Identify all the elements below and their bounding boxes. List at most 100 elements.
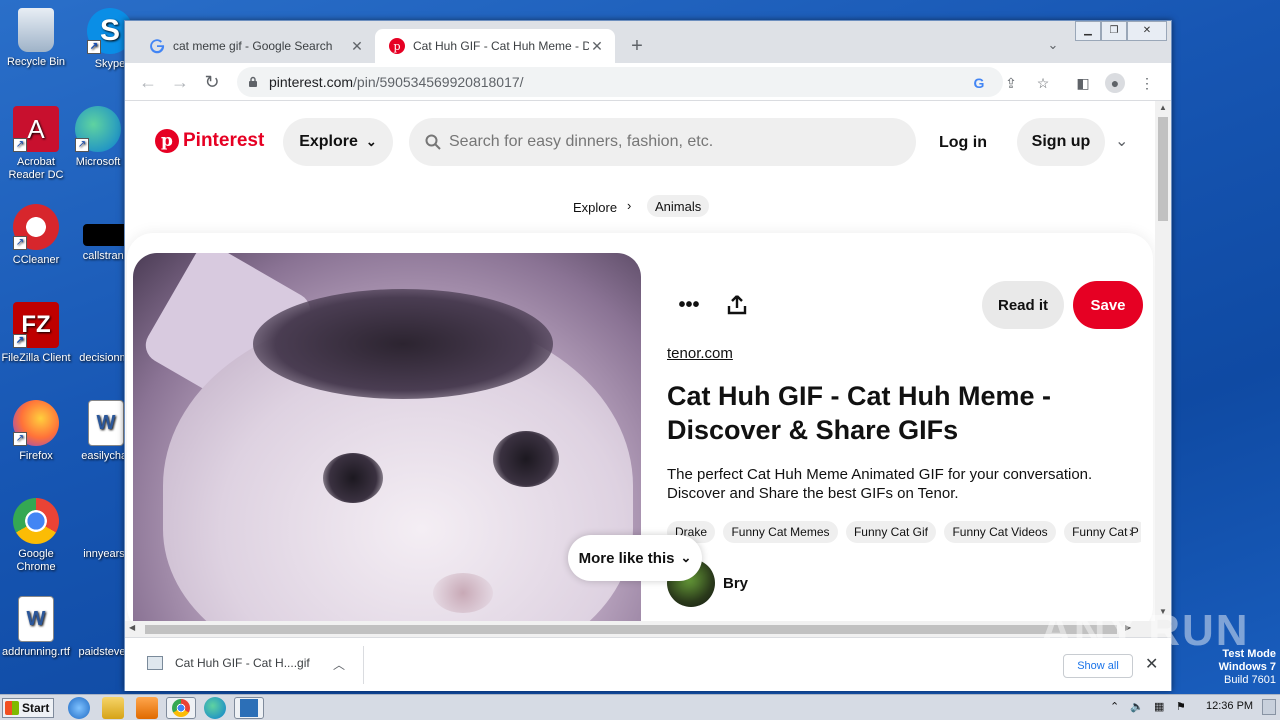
desktop-icon-firefox[interactable]: ↗ Firefox — [0, 400, 72, 463]
close-icon[interactable]: ✕ — [1145, 654, 1158, 674]
search-icon — [425, 134, 441, 150]
windows-flag-icon — [5, 701, 19, 715]
read-it-button[interactable]: Read it — [982, 281, 1064, 329]
chevron-down-icon[interactable]: ⌄ — [1115, 131, 1128, 151]
maximize-button[interactable]: ❐ — [1101, 21, 1127, 41]
share-icon[interactable]: ⇪ — [1001, 73, 1021, 93]
taskbar-chrome-button[interactable] — [166, 697, 196, 719]
action-center-flag-icon[interactable]: ⚑ — [1176, 700, 1186, 713]
google-icon — [150, 39, 165, 54]
log-in-button[interactable]: Log in — [939, 134, 987, 152]
desktop-icon-recycle-bin[interactable]: Recycle Bin — [0, 8, 72, 69]
app-icon — [240, 699, 258, 717]
side-panel-icon[interactable]: ◧ — [1073, 73, 1093, 93]
address-bar[interactable]: pinterest.com/pin/590534569920818017/ — [237, 67, 1003, 97]
network-icon[interactable]: ▦ — [1154, 700, 1164, 713]
new-tab-button[interactable]: + — [625, 35, 649, 57]
window-close-button[interactable]: ✕ — [1127, 21, 1167, 41]
chevron-up-icon[interactable]: ︿ — [333, 656, 345, 673]
close-tab-icon[interactable]: ✕ — [589, 38, 605, 55]
download-item[interactable]: Cat Huh GIF - Cat H....gif — [147, 656, 310, 670]
show-desktop-button[interactable] — [1262, 699, 1276, 715]
close-tab-icon[interactable]: ✕ — [349, 38, 365, 55]
lock-icon — [249, 76, 257, 87]
profile-avatar-icon[interactable]: ● — [1105, 73, 1125, 93]
tray-expand-icon[interactable]: ⌃ — [1110, 700, 1119, 713]
share-upload-icon[interactable] — [715, 283, 759, 327]
back-arrow-icon[interactable]: ← — [137, 71, 159, 93]
horizontal-scrollbar[interactable]: ◀ ▶ — [125, 621, 1171, 637]
pin-card: ••• Read it Save tenor.com Cat Huh GIF -… — [127, 233, 1153, 621]
desktop-icon-label: callstrans — [82, 250, 130, 262]
desktop-icon-google-chrome[interactable]: Google Chrome — [0, 498, 72, 574]
desktop-icon-label: Microsoft — [75, 156, 121, 168]
pin-description: The perfect Cat Huh Meme Animated GIF fo… — [667, 466, 1093, 502]
browser-toolbar: ← → ↻ pinterest.com/pin/5905345699208180… — [125, 63, 1171, 101]
firefox-icon: ↗ — [13, 400, 59, 446]
tab-pinterest-pin[interactable]: p Cat Huh GIF - Cat Huh Meme - Disco ✕ — [375, 29, 615, 63]
build-label: Build 7601 — [1224, 674, 1276, 686]
tab-search-chevron-icon[interactable]: ⌄ — [1043, 37, 1063, 53]
chevron-right-icon: › — [627, 198, 632, 213]
shortcut-arrow-icon: ↗ — [87, 40, 101, 54]
search-input[interactable]: Search for easy dinners, fashion, etc. — [409, 118, 916, 166]
recycle-bin-icon — [18, 8, 54, 52]
filezilla-icon: FZ ↗ — [13, 302, 59, 348]
reload-icon[interactable]: ↻ — [201, 71, 223, 93]
scrollbar-thumb[interactable] — [1158, 117, 1168, 221]
shortcut-arrow-icon: ↗ — [75, 138, 89, 152]
word-document-icon: W — [18, 596, 54, 642]
minimize-button[interactable]: ▁ — [1075, 21, 1101, 41]
volume-icon[interactable]: 🔈 — [1130, 700, 1144, 713]
tag-chip[interactable]: Funny Cat Memes — [723, 521, 838, 543]
scrollbar-thumb[interactable] — [145, 625, 1117, 634]
vertical-scrollbar[interactable]: ▲ ▼ — [1155, 101, 1171, 621]
chevron-down-icon: ⌄ — [680, 550, 692, 565]
internet-explorer-icon[interactable] — [68, 697, 90, 719]
desktop-icon-label: Google Chrome — [16, 548, 56, 573]
folder-icon[interactable] — [102, 697, 124, 719]
save-button[interactable]: Save — [1073, 281, 1143, 329]
chevron-right-icon[interactable]: › — [1129, 523, 1134, 539]
tag-chip[interactable]: Funny Cat Videos — [944, 521, 1056, 543]
breadcrumb-animals[interactable]: Animals — [647, 195, 710, 217]
desktop-icon-addrunning[interactable]: W addrunning.rtf — [0, 596, 72, 659]
pin-image[interactable] — [133, 253, 641, 621]
scroll-left-icon[interactable]: ◀ — [129, 623, 135, 632]
menu-kebab-icon[interactable]: ⋮ — [1137, 73, 1157, 93]
desktop-icon-label: Skype — [94, 58, 126, 70]
chrome-icon — [13, 498, 59, 544]
show-all-button[interactable]: Show all — [1063, 654, 1133, 678]
shortcut-arrow-icon: ↗ — [13, 432, 27, 446]
tag-chip[interactable]: Funny Cat Gif — [845, 521, 936, 543]
start-button[interactable]: Start — [2, 698, 54, 718]
tab-strip: cat meme gif - Google Search ✕ p Cat Huh… — [125, 21, 1171, 63]
desktop-icon-filezilla[interactable]: FZ ↗ FileZilla Client — [0, 302, 72, 365]
forward-arrow-icon[interactable]: → — [169, 71, 191, 93]
bookmark-star-icon[interactable]: ☆ — [1033, 73, 1053, 93]
scroll-up-icon[interactable]: ▲ — [1155, 103, 1171, 112]
word-document-icon: W — [88, 400, 124, 446]
more-options-icon[interactable]: ••• — [667, 283, 711, 327]
taskbar-app-button[interactable] — [234, 697, 264, 719]
desktop-icon-label: addrunning.rtf — [2, 646, 70, 658]
media-player-icon[interactable] — [136, 697, 158, 719]
desktop-icon-label: decisionm — [79, 352, 129, 364]
upload-icon — [727, 295, 747, 315]
svg-text:p: p — [393, 40, 400, 53]
more-like-this-button[interactable]: More like this ⌄ — [568, 535, 702, 581]
breadcrumb-explore[interactable]: Explore — [573, 200, 617, 215]
tab-google-search[interactable]: cat meme gif - Google Search ✕ — [135, 29, 375, 63]
google-translate-icon[interactable]: G — [969, 73, 989, 93]
source-link[interactable]: tenor.com — [667, 345, 733, 362]
clock[interactable]: 12:36 PM — [1206, 700, 1253, 712]
explore-dropdown-button[interactable]: Explore ⌄ — [283, 118, 393, 166]
sign-up-button[interactable]: Sign up — [1017, 118, 1105, 166]
pinterest-logo[interactable]: p Pinterest — [155, 129, 264, 153]
more-like-this-label: More like this — [578, 549, 675, 567]
desktop-icon-ccleaner[interactable]: ↗ CCleaner — [0, 204, 72, 267]
logo-text: Pinterest — [183, 130, 265, 151]
url-domain: pinterest.com — [269, 74, 354, 90]
edge-icon[interactable] — [204, 697, 226, 719]
pinterest-logo-icon: p — [155, 129, 179, 153]
